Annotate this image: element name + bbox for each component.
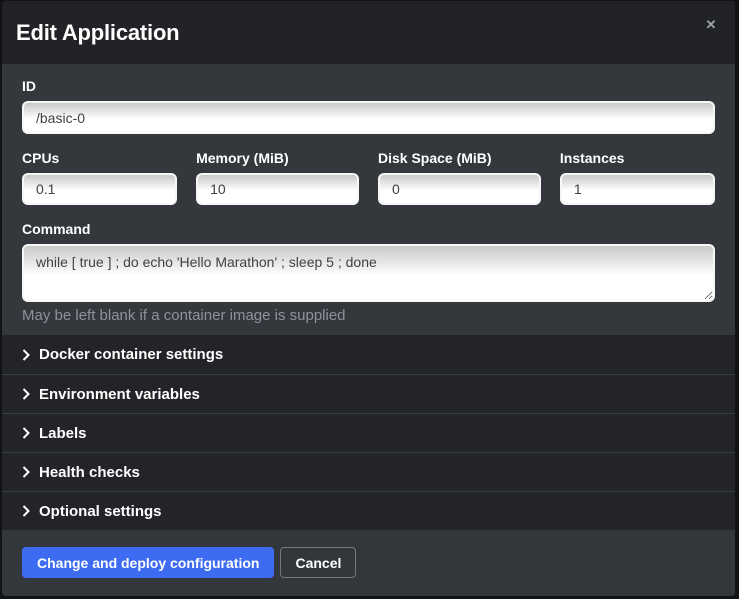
change-and-deploy-button[interactable]: Change and deploy configuration — [22, 547, 274, 578]
cancel-button[interactable]: Cancel — [280, 547, 356, 578]
memory-input[interactable] — [196, 173, 359, 205]
cpus-label: CPUs — [22, 150, 177, 166]
application-form: ID CPUs Memory (MiB) Disk Space (MiB) In… — [2, 64, 735, 335]
modal-header: Edit Application ✕ — [2, 1, 735, 64]
command-field-group: Command while [ true ] ; do echo 'Hello … — [22, 221, 715, 324]
close-icon[interactable]: ✕ — [701, 15, 721, 35]
disk-input[interactable] — [378, 173, 541, 205]
section-label: Optional settings — [39, 503, 162, 520]
chevron-right-icon — [22, 349, 30, 361]
edit-application-modal: Edit Application ✕ ID CPUs Memory (MiB) … — [2, 1, 735, 596]
section-label: Environment variables — [39, 386, 200, 403]
cpus-input[interactable] — [22, 173, 177, 205]
section-labels[interactable]: Labels — [2, 413, 735, 452]
id-input[interactable] — [22, 101, 715, 134]
section-label: Docker container settings — [39, 346, 223, 363]
section-label: Health checks — [39, 464, 140, 481]
instances-input[interactable] — [560, 173, 715, 205]
section-label: Labels — [39, 425, 87, 442]
instances-label: Instances — [560, 150, 715, 166]
instances-field-group: Instances — [560, 150, 715, 205]
chevron-right-icon — [22, 388, 30, 400]
memory-label: Memory (MiB) — [196, 150, 359, 166]
cpus-field-group: CPUs — [22, 150, 177, 205]
section-environment-variables[interactable]: Environment variables — [2, 374, 735, 413]
section-optional-settings[interactable]: Optional settings — [2, 491, 735, 530]
modal-footer: Change and deploy configuration Cancel — [2, 530, 735, 596]
memory-field-group: Memory (MiB) — [196, 150, 359, 205]
chevron-right-icon — [22, 427, 30, 439]
chevron-right-icon — [22, 466, 30, 478]
resources-row: CPUs Memory (MiB) Disk Space (MiB) Insta… — [22, 150, 715, 205]
section-docker-container-settings[interactable]: Docker container settings — [2, 335, 735, 374]
id-field-group: ID — [22, 78, 715, 134]
disk-field-group: Disk Space (MiB) — [378, 150, 541, 205]
id-label: ID — [22, 78, 715, 94]
command-label: Command — [22, 221, 715, 237]
collapsible-sections: Docker container settings Environment va… — [2, 335, 735, 530]
section-health-checks[interactable]: Health checks — [2, 452, 735, 491]
command-help-text: May be left blank if a container image i… — [22, 307, 715, 324]
chevron-right-icon — [22, 505, 30, 517]
disk-label: Disk Space (MiB) — [378, 150, 541, 166]
command-textarea[interactable]: while [ true ] ; do echo 'Hello Marathon… — [22, 244, 715, 302]
modal-title: Edit Application — [16, 20, 179, 46]
